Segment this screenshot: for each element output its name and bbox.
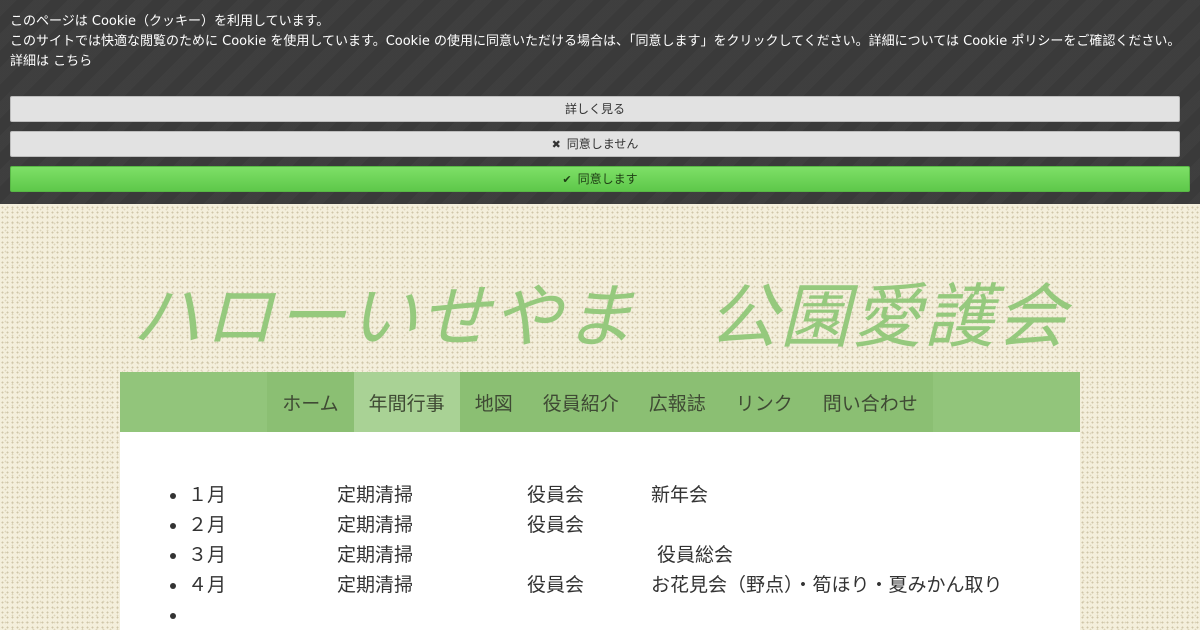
- list-item: ４月 定期清掃 役員会 お花見会（野点）・筍ほり・夏みかん取り: [188, 570, 1080, 600]
- nav-item-home[interactable]: ホーム: [267, 372, 353, 432]
- cookie-details: 詳細は こちら: [10, 52, 1190, 72]
- cookie-banner: このページは Cookie（クッキー）を利用しています。 このサイトでは快適な閲…: [0, 0, 1200, 204]
- nav-item-contact[interactable]: 問い合わせ: [808, 372, 933, 432]
- schedule-month: ２月: [188, 514, 227, 536]
- event-schedule-list: １月 定期清掃 役員会 新年会 ２月 定期清掃 役員会 ３月 定期清掃 役員総会…: [120, 480, 1080, 630]
- close-icon: ✖: [551, 138, 561, 151]
- cookie-accept-button[interactable]: ✔ 同意します: [10, 166, 1190, 192]
- main-content: １月 定期清掃 役員会 新年会 ２月 定期清掃 役員会 ３月 定期清掃 役員総会…: [120, 432, 1080, 630]
- cookie-message: このサイトでは快適な閲覧のために Cookie を使用しています。Cookie …: [10, 34, 1181, 49]
- schedule-event: 役員会: [527, 574, 585, 596]
- schedule-event: 役員会: [527, 514, 585, 536]
- site-title[interactable]: ハローいせやま 公園愛護会: [0, 272, 1200, 362]
- cookie-more-label: 詳しく見る: [564, 102, 625, 116]
- nav-item-map[interactable]: 地図: [460, 372, 528, 432]
- nav-item-officers[interactable]: 役員紹介: [528, 372, 634, 432]
- cookie-accept-label: 同意します: [577, 172, 638, 186]
- schedule-event: お花見会（野点）・筍ほり・夏みかん取り: [651, 574, 1003, 596]
- main-nav: ホーム 年間行事 地図 役員紹介 広報誌 リンク 問い合わせ: [120, 372, 1080, 432]
- list-item: [188, 600, 1080, 630]
- nav-item-links[interactable]: リンク: [721, 372, 808, 432]
- schedule-event: 定期清掃: [337, 544, 414, 566]
- schedule-event: 役員総会: [657, 544, 734, 566]
- cookie-decline-button[interactable]: ✖ 同意しません: [10, 131, 1180, 157]
- schedule-month: ４月: [188, 574, 227, 596]
- cookie-decline-label: 同意しません: [566, 137, 639, 151]
- schedule-event: 定期清掃: [337, 514, 414, 536]
- nav-item-annual-events[interactable]: 年間行事: [353, 372, 460, 432]
- cookie-details-prefix: 詳細は: [10, 54, 50, 69]
- nav-item-newsletter[interactable]: 広報誌: [634, 372, 721, 432]
- cookie-details-link[interactable]: こちら: [53, 54, 92, 69]
- nav-list: ホーム 年間行事 地図 役員紹介 広報誌 リンク 問い合わせ: [267, 372, 933, 432]
- schedule-event: 役員会: [527, 484, 585, 506]
- schedule-event: 定期清掃: [337, 574, 414, 596]
- cookie-more-button[interactable]: 詳しく見る: [10, 96, 1180, 122]
- schedule-month: １月: [188, 484, 227, 506]
- schedule-event: 新年会: [651, 484, 709, 506]
- list-item: １月 定期清掃 役員会 新年会: [188, 480, 1080, 510]
- list-item: ２月 定期清掃 役員会: [188, 510, 1080, 540]
- schedule-event: 定期清掃: [337, 484, 414, 506]
- cookie-heading: このページは Cookie（クッキー）を利用しています。: [10, 14, 330, 29]
- check-icon: ✔: [562, 173, 572, 186]
- list-item: ３月 定期清掃 役員総会: [188, 540, 1080, 570]
- schedule-month: ３月: [188, 544, 227, 566]
